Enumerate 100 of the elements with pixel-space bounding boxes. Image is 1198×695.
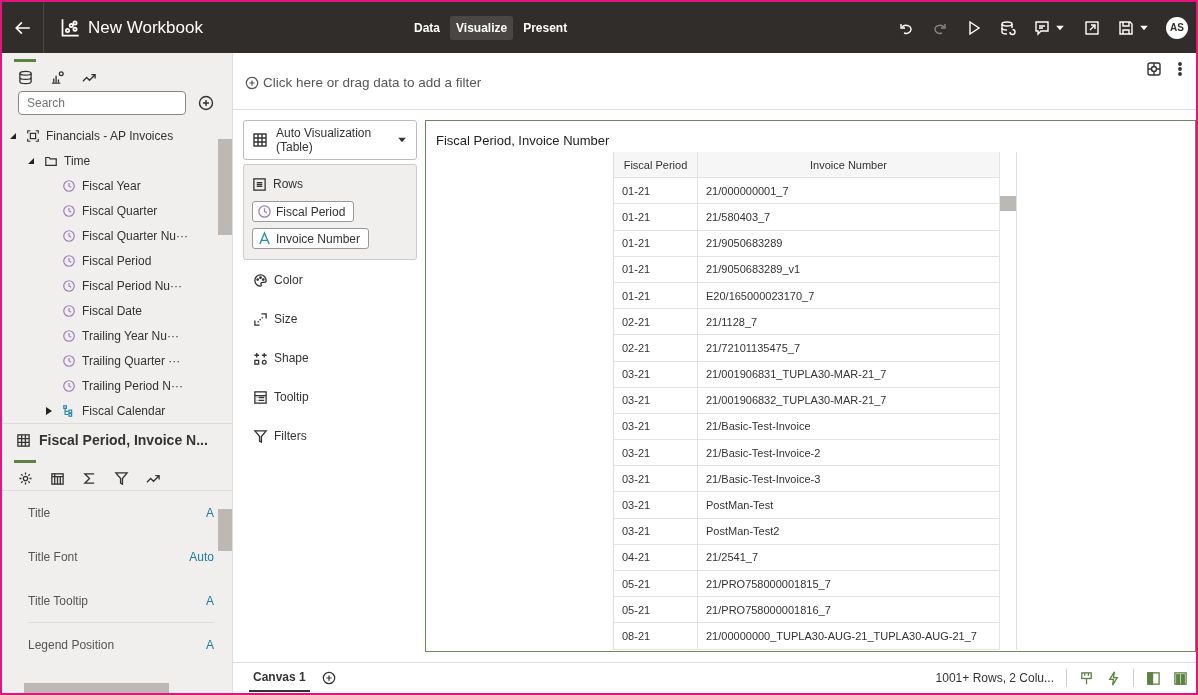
- clock-icon: [62, 303, 76, 318]
- search-field[interactable]: Search: [18, 91, 186, 115]
- palette-icon: [253, 272, 268, 288]
- lightning-icon[interactable]: [1106, 670, 1121, 686]
- table-cell: PostMan-Test2: [698, 518, 1000, 544]
- panel-split-icon[interactable]: [1173, 670, 1188, 686]
- tree-item[interactable]: Fiscal Period Nu···: [82, 278, 183, 293]
- subject-area-icon: [26, 128, 40, 143]
- scrollbar[interactable]: [1000, 152, 1017, 650]
- mode-tab[interactable]: Data: [408, 15, 446, 40]
- play-icon: [966, 19, 982, 36]
- table-cell: 02-21: [614, 335, 698, 361]
- chart-icon: [49, 70, 65, 85]
- panel-left-icon[interactable]: [1146, 670, 1161, 686]
- list-icon: [252, 176, 267, 192]
- shapes-icon: [253, 350, 268, 366]
- table-cell: 21/2541_7: [698, 544, 1000, 570]
- columns-icon: [49, 471, 65, 486]
- column-header[interactable]: Invoice Number: [698, 152, 1000, 178]
- tree-item[interactable]: Fiscal Period: [82, 253, 152, 268]
- drop-zone-label: Filters: [274, 429, 307, 443]
- table-cell: 21/9050683289_v1: [698, 256, 1000, 282]
- table-cell: 03-21: [614, 518, 698, 544]
- clock-icon: [257, 204, 272, 219]
- tree-item[interactable]: Fiscal Quarter Nu···: [82, 228, 188, 243]
- workbook-title: New Workbook: [88, 17, 204, 38]
- data-pill[interactable]: Fiscal Period: [252, 201, 355, 222]
- table-cell: 01-21: [614, 282, 698, 309]
- property-value[interactable]: A: [206, 593, 214, 608]
- table-cell: PostMan-Test: [698, 492, 1000, 518]
- add-filter-button[interactable]: Click here or drag data to add a filter: [245, 75, 482, 90]
- table-cell: 03-21: [614, 492, 698, 518]
- clock-icon: [62, 253, 76, 268]
- tree-item[interactable]: Financials - AP Invoices: [46, 128, 174, 143]
- add-icon: [245, 75, 259, 90]
- chart-title: Fiscal Period, Invoice Number: [435, 132, 611, 150]
- collapsed-triangle-icon[interactable]: [46, 406, 52, 415]
- mode-tab[interactable]: Present: [517, 15, 574, 40]
- tree-item[interactable]: Fiscal Calendar: [82, 403, 166, 418]
- table-cell: 21/72101135475_7: [698, 335, 1000, 361]
- tree-item[interactable]: Trailing Quarter ···: [82, 353, 181, 368]
- property-label: Legend Position: [28, 637, 115, 652]
- tree-item[interactable]: Time: [64, 153, 91, 168]
- clock-icon: [62, 178, 76, 193]
- database-refresh-icon: [1000, 19, 1016, 36]
- drop-zone-label: Size: [274, 312, 298, 326]
- save-icon: [1118, 19, 1134, 36]
- add-icon[interactable]: [321, 671, 336, 685]
- table-icon: [252, 132, 268, 148]
- add-icon[interactable]: [198, 95, 214, 111]
- letter-a-icon: [257, 231, 272, 246]
- clock-icon: [62, 353, 76, 368]
- properties-tab[interactable]: [14, 460, 36, 486]
- table-cell: 01-21: [614, 178, 698, 204]
- scatter-chart-icon: [60, 17, 80, 38]
- drop-zone-label: Shape: [274, 351, 309, 365]
- property-value[interactable]: Auto: [189, 549, 214, 564]
- table-cell: 05-21: [614, 571, 698, 597]
- data-pill[interactable]: Invoice Number: [252, 228, 370, 249]
- property-label: Title: [28, 505, 51, 520]
- table-cell: 21/PRO758000001815_7: [698, 571, 1000, 597]
- table-cell: 21/Basic-Test-Invoice-3: [698, 466, 1000, 492]
- tree-item[interactable]: Fiscal Quarter: [82, 203, 158, 218]
- visualization-type-dropdown[interactable]: Auto Visualization (Table): [243, 120, 417, 160]
- drop-zone-label: Rows: [273, 177, 303, 191]
- property-value[interactable]: A: [206, 637, 214, 652]
- settings-icon: [17, 471, 33, 486]
- expanded-triangle-icon[interactable]: [28, 157, 34, 164]
- tree-item[interactable]: Fiscal Date: [82, 303, 143, 318]
- expanded-triangle-icon[interactable]: [10, 132, 16, 139]
- table-cell: 05-21: [614, 597, 698, 623]
- property-label: Title Font: [28, 549, 78, 564]
- table-icon: [16, 432, 31, 448]
- drop-zone-label: Color: [274, 273, 303, 287]
- export-icon: [1084, 19, 1100, 36]
- property-value[interactable]: A: [206, 505, 214, 520]
- table-cell: 21/Basic-Test-Invoice-2: [698, 440, 1000, 466]
- tree-item[interactable]: Fiscal Year: [82, 178, 141, 193]
- grid-settings-icon[interactable]: [1146, 61, 1162, 77]
- brush-icon[interactable]: [1079, 670, 1094, 686]
- user-avatar[interactable]: AS: [1166, 16, 1188, 39]
- table-cell: 03-21: [614, 466, 698, 492]
- clock-icon: [62, 228, 76, 243]
- clock-icon: [62, 328, 76, 343]
- clock-icon: [62, 203, 76, 218]
- resize-icon: [253, 311, 268, 327]
- mode-tab[interactable]: Visualize: [450, 15, 514, 40]
- table-cell: 08-21: [614, 623, 698, 649]
- tree-item[interactable]: Trailing Year Nu···: [82, 328, 179, 343]
- table-cell: 21/1128_7: [698, 309, 1000, 335]
- tree-item[interactable]: Trailing Period N···: [82, 378, 183, 393]
- table-cell: 21/9050683289: [698, 230, 1000, 256]
- filter-icon: [113, 471, 129, 486]
- filter-icon: [253, 428, 268, 444]
- canvas-tab[interactable]: Canvas 1: [249, 664, 310, 692]
- table-cell: 21/001906831_TUPLA30-MAR-21_7: [698, 361, 1000, 387]
- column-header[interactable]: Fiscal Period: [614, 152, 698, 178]
- table-cell: 21/PRO758000001816_7: [698, 597, 1000, 623]
- visualization-title: Fiscal Period, Invoice N...: [39, 432, 208, 448]
- panel-tab[interactable]: [14, 59, 36, 85]
